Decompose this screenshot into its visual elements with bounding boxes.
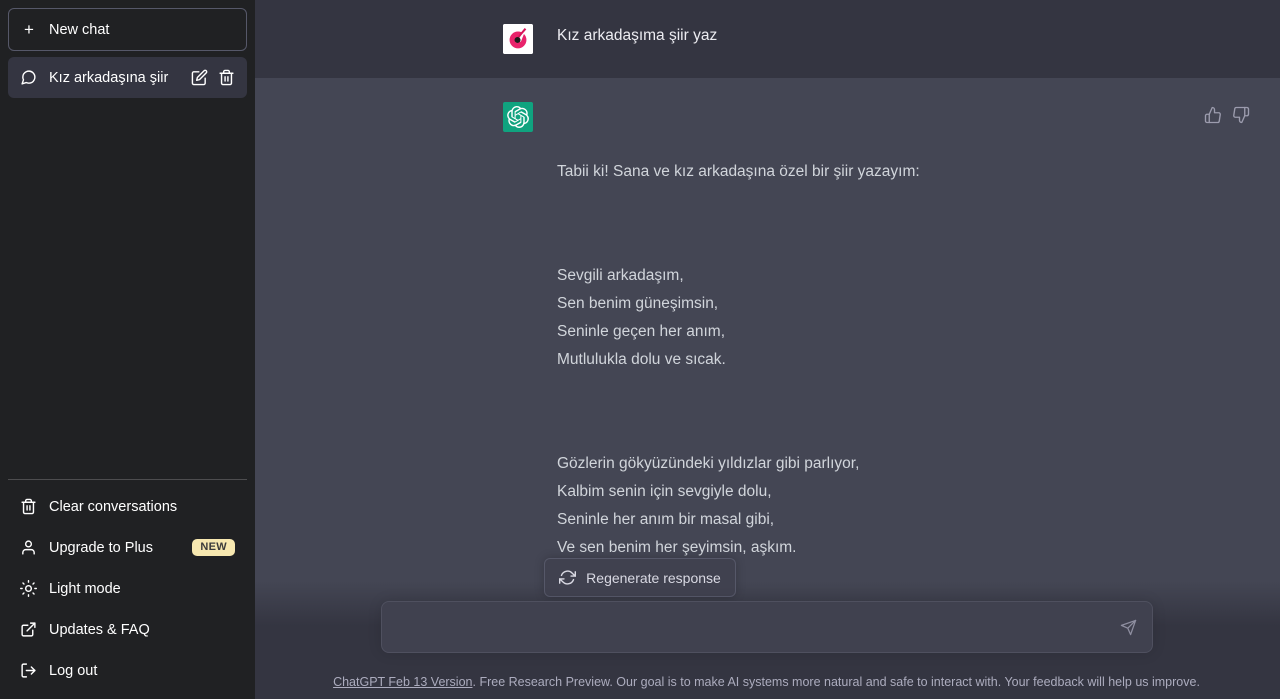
send-icon[interactable] — [1116, 614, 1142, 640]
chatgpt-avatar — [503, 102, 533, 132]
poem-stanza-2: Gözlerin gökyüzündeki yıldızlar gibi par… — [557, 455, 860, 556]
new-badge: NEW — [192, 539, 235, 556]
chatgpt-app: + New chat Kız arkadaşına şiir Clear con… — [0, 0, 1280, 699]
user-message-text: Kız arkadaşıma şiir yaz — [557, 27, 718, 44]
sidebar-item-clear-conversations[interactable]: Clear conversations — [8, 486, 247, 527]
avatar-column — [503, 24, 533, 54]
user-icon — [20, 539, 37, 556]
conversation-item-active[interactable]: Kız arkadaşına şiir — [8, 57, 247, 98]
footer-text: . Free Research Preview. Our goal is to … — [472, 675, 1200, 689]
assistant-intro: Tabii ki! Sana ve kız arkadaşına özel bi… — [557, 163, 920, 180]
conversation-title: Kız arkadaşına şiir — [49, 69, 169, 86]
message-input[interactable] — [381, 602, 1152, 652]
plus-icon: + — [24, 20, 34, 39]
refresh-icon — [559, 569, 577, 586]
composer — [253, 601, 1280, 653]
sidebar-item-updates-and-faq[interactable]: Updates & FAQ — [8, 609, 247, 650]
new-chat-label: New chat — [49, 21, 110, 38]
poem-stanza-1: Sevgili arkadaşım, Sen benim güneşimsin,… — [557, 267, 726, 368]
sidebar-item-label: Log out — [49, 662, 98, 679]
conversation-actions — [191, 69, 235, 86]
thumb-up-icon[interactable] — [1204, 106, 1222, 124]
thumb-down-icon[interactable] — [1232, 106, 1250, 124]
edit-icon[interactable] — [191, 69, 208, 86]
feedback-controls — [1204, 106, 1250, 124]
sidebar-item-label: Updates & FAQ — [49, 621, 150, 638]
chat-bubble-icon — [20, 69, 37, 86]
message-input-box[interactable] — [380, 601, 1153, 653]
openai-logo-icon — [507, 106, 529, 128]
sidebar-item-label: Clear conversations — [49, 498, 178, 515]
user-avatar-glyph — [503, 24, 533, 54]
regenerate-row: Regenerate response — [0, 558, 1280, 597]
sidebar-item-log-out[interactable]: Log out — [8, 650, 247, 691]
regenerate-response-label: Regenerate response — [586, 569, 721, 586]
user-avatar — [503, 24, 533, 54]
new-chat-button[interactable]: + New chat — [8, 8, 247, 51]
trash-icon — [20, 498, 37, 515]
version-link[interactable]: ChatGPT Feb 13 Version — [333, 675, 472, 689]
message-user: Kız arkadaşıma şiir yaz — [255, 0, 1280, 78]
external-link-icon — [20, 621, 37, 638]
conversation-list: Kız arkadaşına şiir — [8, 57, 247, 98]
sidebar-item-label: Upgrade to Plus — [49, 539, 153, 556]
regenerate-response-button[interactable]: Regenerate response — [544, 558, 736, 597]
trash-icon[interactable] — [218, 69, 235, 86]
logout-icon — [20, 662, 37, 679]
footer-disclaimer: ChatGPT Feb 13 Version. Free Research Pr… — [253, 675, 1280, 689]
